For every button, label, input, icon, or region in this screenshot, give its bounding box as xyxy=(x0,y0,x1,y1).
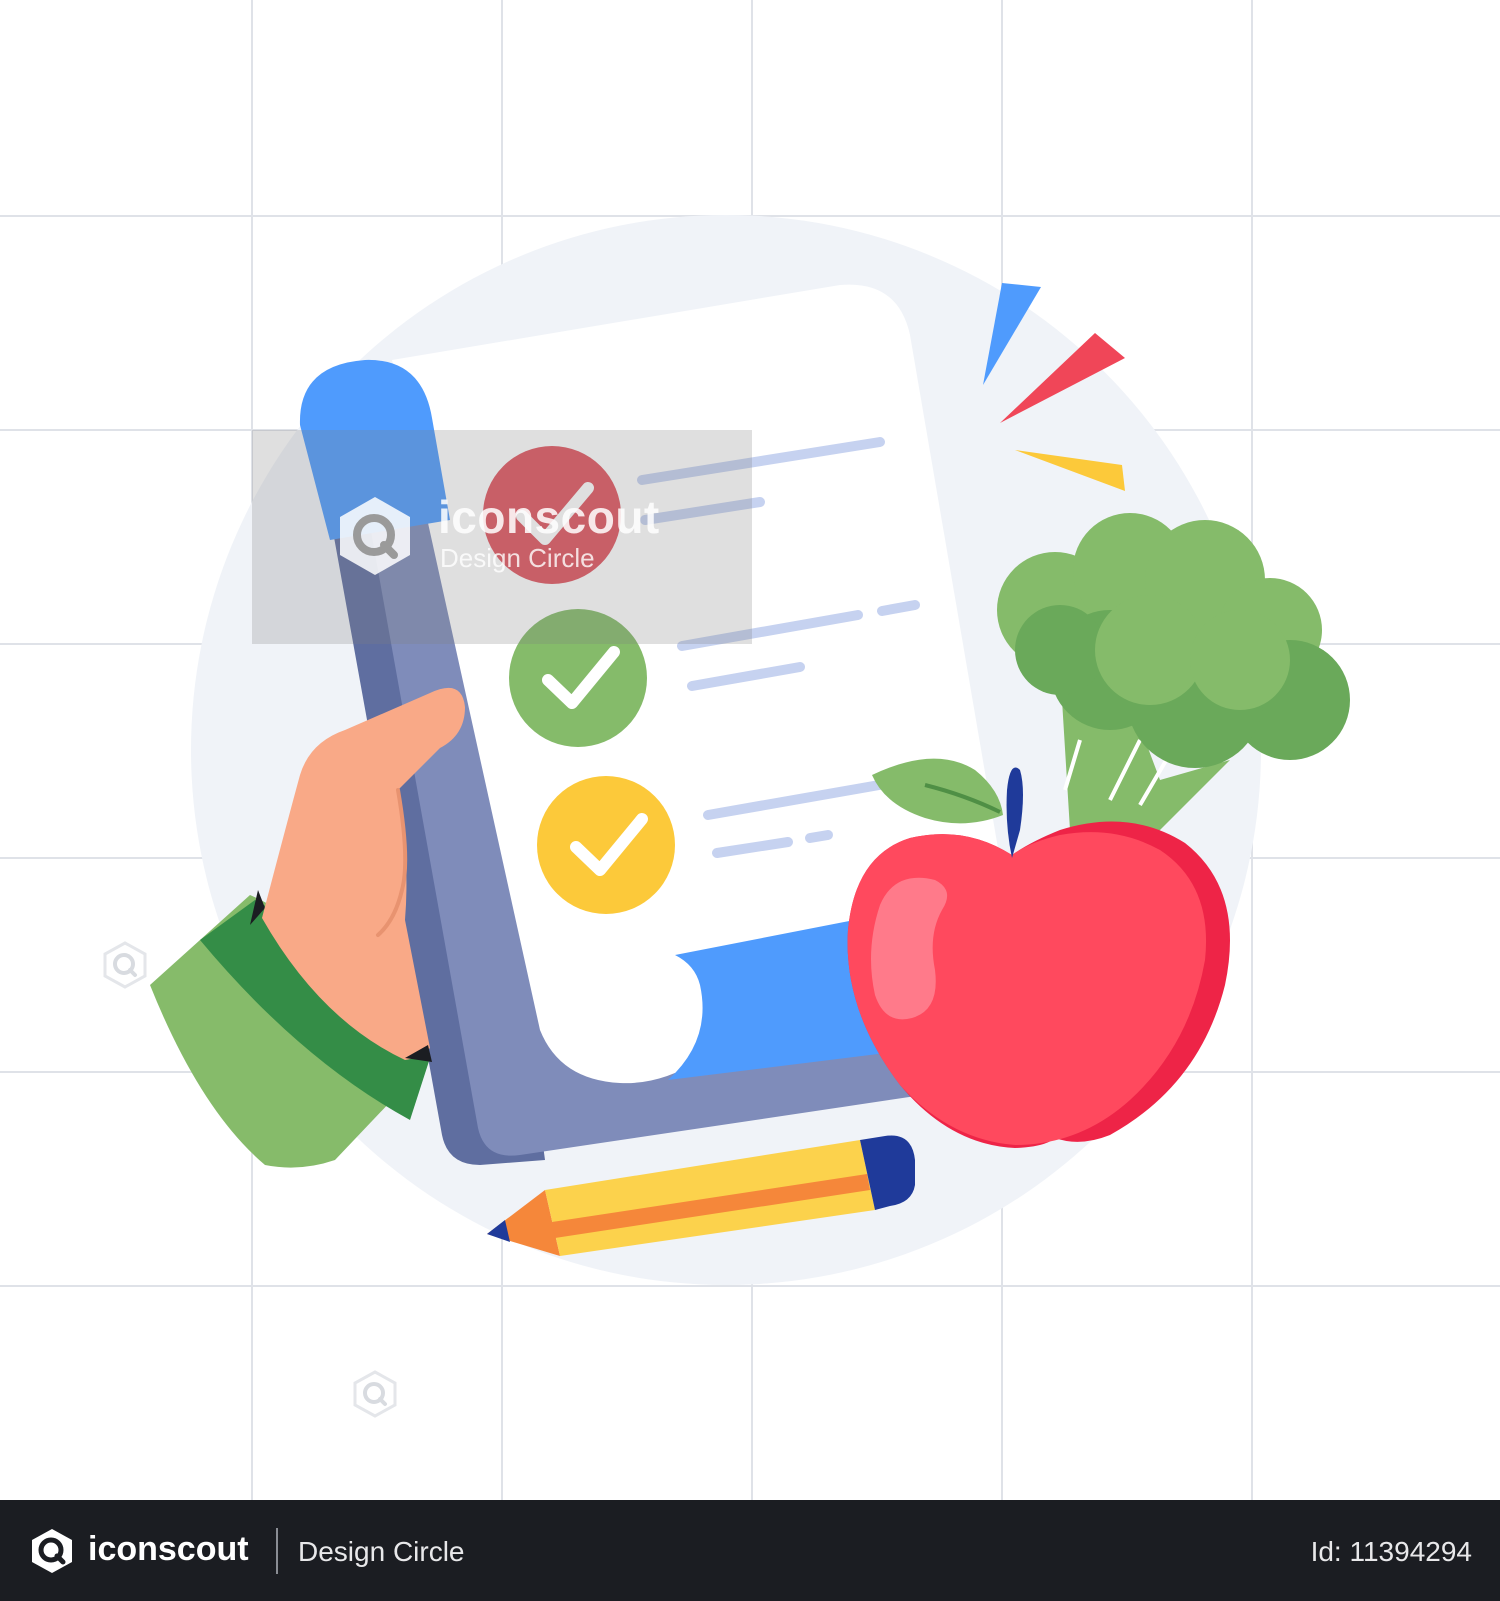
footer-bar: iconscout Design Circle Id: 11394294 xyxy=(0,1500,1500,1601)
watermark-brand: iconscout xyxy=(438,491,660,543)
iconscout-logo-icon xyxy=(340,497,410,575)
footer-brand[interactable]: iconscout xyxy=(88,1530,249,1569)
diet-checklist-illustration xyxy=(150,215,1350,1285)
watermark-mark-icon xyxy=(353,1370,397,1418)
asset-id: Id: 11394294 xyxy=(1310,1536,1472,1567)
watermark-mark-icon xyxy=(103,941,147,989)
footer-author[interactable]: Design Circle xyxy=(298,1536,465,1568)
iconscout-logo-icon[interactable] xyxy=(28,1527,76,1575)
footer-divider xyxy=(276,1528,278,1574)
watermark-author: Design Circle xyxy=(440,543,595,573)
canvas: iconscout Design Circle xyxy=(0,0,1500,1500)
